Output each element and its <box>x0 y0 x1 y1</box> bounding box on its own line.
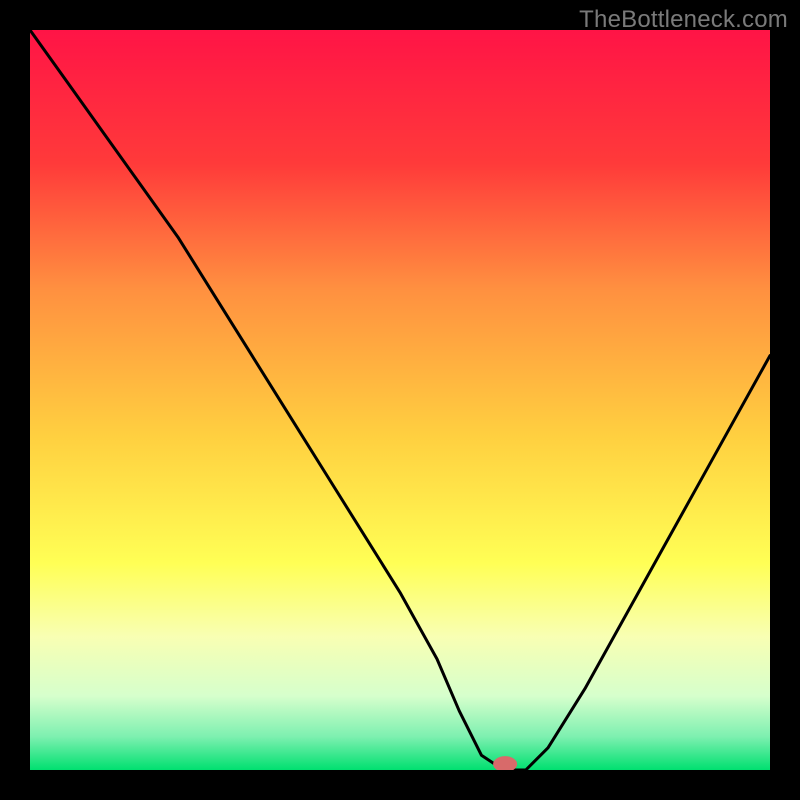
chart-svg <box>30 30 770 770</box>
gradient-background <box>30 30 770 770</box>
chart-container: TheBottleneck.com <box>0 0 800 800</box>
plot-area <box>30 30 770 770</box>
